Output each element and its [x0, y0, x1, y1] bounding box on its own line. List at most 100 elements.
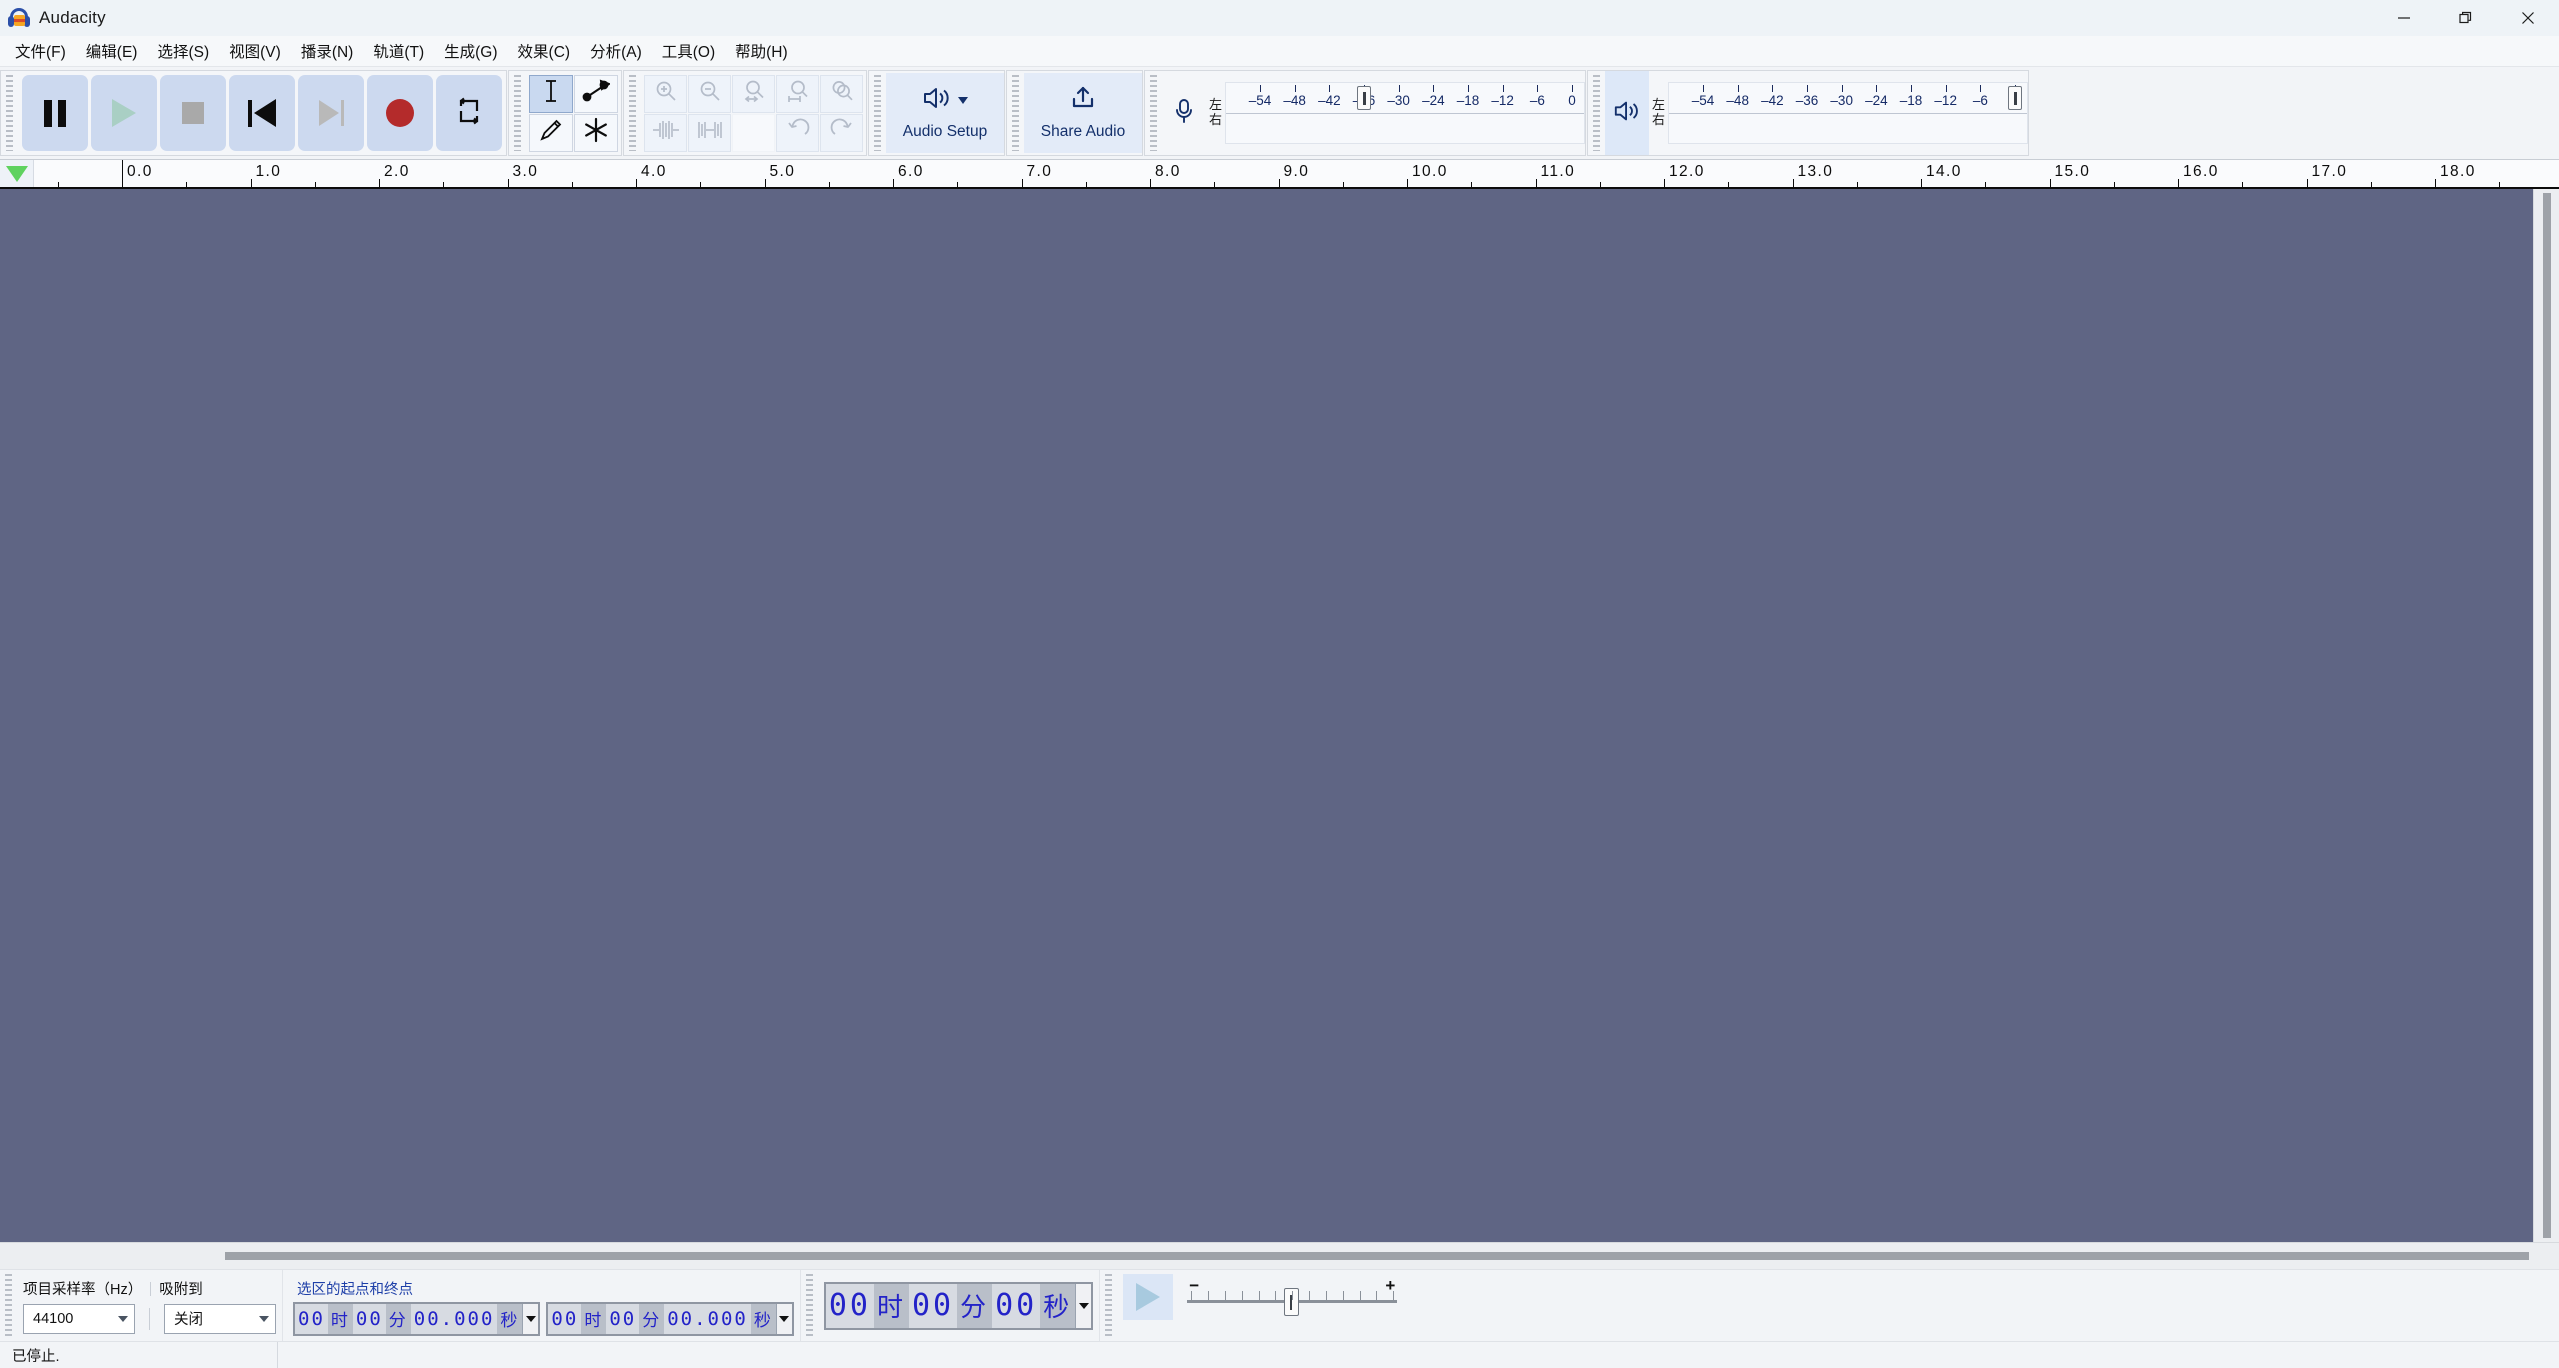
pinned-play-head-button[interactable] — [0, 160, 34, 187]
selection-start-field[interactable]: 00 时 00 分 00.000 秒 — [293, 1302, 540, 1336]
sel-end-format-dropdown[interactable] — [776, 1304, 792, 1334]
timeline-major-tick — [1664, 179, 1665, 187]
transport-toolbar-grip[interactable] — [3, 75, 16, 151]
menu-file[interactable]: 文件(F) — [6, 36, 75, 66]
sel-start-format-dropdown[interactable] — [522, 1304, 538, 1334]
restore-icon[interactable] — [2435, 0, 2497, 36]
zoom-out-button[interactable] — [688, 75, 731, 113]
project-rate-select[interactable]: 44100 — [23, 1304, 135, 1334]
envelope-icon — [582, 79, 610, 108]
project-rate-label: 项目采样率（Hz） — [23, 1278, 142, 1299]
stop-button[interactable] — [160, 75, 226, 151]
menu-effect[interactable]: 效果(C) — [509, 36, 580, 66]
silence-audio-button[interactable] — [688, 114, 731, 152]
menu-view[interactable]: 视图(V) — [220, 36, 290, 66]
playback-meter-toolbar: 左 右 –54–48–42–36–30–24–18–12–60 — [1587, 70, 2029, 156]
timeline-major-tick — [1022, 179, 1023, 187]
horizontal-scrollbar[interactable] — [0, 1242, 2559, 1269]
undo-button[interactable] — [776, 114, 819, 152]
meter-scale-label: –18 — [1457, 93, 1480, 108]
play-at-speed-button[interactable] — [1123, 1274, 1173, 1320]
minimize-icon[interactable] — [2373, 0, 2435, 36]
recording-meter-display[interactable]: –54–48–42–36–30–24–18–12–60 — [1225, 82, 1585, 144]
loop-button[interactable] — [436, 75, 502, 151]
skip-to-end-button[interactable] — [298, 75, 364, 151]
timeline-major-tick — [893, 179, 894, 187]
zoom-out-icon — [698, 79, 722, 108]
envelope-tool[interactable] — [574, 75, 618, 113]
vertical-scrollbar[interactable] — [2533, 189, 2559, 1242]
close-icon[interactable] — [2497, 0, 2559, 36]
meter-scale-label: –12 — [1934, 93, 1957, 108]
skip-to-start-button[interactable] — [229, 75, 295, 151]
play-button[interactable] — [91, 75, 157, 151]
timeline-tick-label: 11.0 — [1541, 163, 1576, 181]
speed-slider-tick — [1191, 1291, 1192, 1300]
meter-gain-slider[interactable] — [1357, 86, 1371, 110]
playback-meter-display[interactable]: –54–48–42–36–30–24–18–12–60 — [1668, 82, 2028, 144]
stop-icon — [182, 102, 204, 124]
timeline-minor-tick — [1985, 182, 1986, 187]
sel-end-hours: 00 — [548, 1304, 581, 1334]
edit-toolbar-grip[interactable] — [626, 75, 639, 151]
record-button[interactable] — [367, 75, 433, 151]
menu-analyze[interactable]: 分析(A) — [581, 36, 651, 66]
fit-project-button[interactable] — [776, 75, 819, 113]
meter-gain-slider[interactable] — [2008, 86, 2022, 110]
multi-tool[interactable] — [574, 114, 618, 152]
snap-to-select[interactable]: 关闭 — [164, 1304, 276, 1334]
tools-toolbar-grip[interactable] — [511, 75, 524, 151]
selection-end-field[interactable]: 00 时 00 分 00.000 秒 — [546, 1302, 793, 1336]
timeline-minor-tick — [1343, 182, 1344, 187]
track-area — [0, 189, 2559, 1242]
recording-meter-grip[interactable] — [1147, 75, 1160, 151]
menu-tracks[interactable]: 轨道(T) — [364, 36, 433, 66]
playback-speed-slider[interactable]: − + — [1187, 1276, 1397, 1318]
timeline-ruler[interactable]: 1.00.01.02.03.04.05.06.07.08.09.010.011.… — [34, 160, 2559, 187]
pencil-icon — [538, 117, 564, 148]
window-controls — [2373, 0, 2559, 36]
meter-tick — [1807, 85, 1808, 92]
speed-slider-tick — [1376, 1291, 1377, 1300]
recording-meter-button[interactable] — [1162, 71, 1206, 155]
fit-selection-button[interactable] — [732, 75, 775, 113]
play-icon — [112, 99, 136, 127]
timeline-minor-tick — [2242, 182, 2243, 187]
selection-toolbar-grip[interactable] — [2, 1274, 15, 1337]
audio-position-field[interactable]: 00 时 00 分 00 秒 — [824, 1282, 1093, 1330]
redo-button[interactable] — [820, 114, 863, 152]
menu-edit[interactable]: 编辑(E) — [77, 36, 147, 66]
selection-tool[interactable] — [529, 75, 573, 113]
menu-tools[interactable]: 工具(O) — [653, 36, 724, 66]
play-at-speed-grip[interactable] — [1102, 1274, 1115, 1337]
track-canvas[interactable] — [0, 189, 2533, 1242]
playback-meter-button[interactable] — [1605, 71, 1649, 155]
time-toolbar-grip[interactable] — [803, 1274, 816, 1337]
audio-position-seconds: 00 — [992, 1284, 1040, 1328]
zoom-toggle-button[interactable] — [820, 75, 863, 113]
speed-slider-tick — [1360, 1291, 1361, 1300]
audio-setup-grip[interactable] — [871, 75, 884, 151]
pause-button[interactable] — [22, 75, 88, 151]
horizontal-scrollbar-thumb[interactable] — [225, 1252, 2529, 1260]
menu-help[interactable]: 帮助(H) — [726, 36, 797, 66]
menu-transport[interactable]: 播录(N) — [292, 36, 363, 66]
draw-tool[interactable] — [529, 114, 573, 152]
menu-generate[interactable]: 生成(G) — [435, 36, 506, 66]
meter-tick — [1399, 85, 1400, 92]
share-audio-button[interactable]: Share Audio — [1024, 73, 1142, 153]
audio-setup-button[interactable]: Audio Setup — [886, 73, 1004, 153]
share-audio-grip[interactable] — [1009, 75, 1022, 151]
trim-audio-button[interactable] — [644, 114, 687, 152]
timeline-tick-label: 0.0 — [127, 163, 153, 181]
timeline-tick-label: 14.0 — [1926, 163, 1962, 181]
menu-select[interactable]: 选择(S) — [148, 36, 218, 66]
vertical-scrollbar-thumb[interactable] — [2543, 193, 2551, 1238]
share-audio-label: Share Audio — [1041, 123, 1125, 141]
play-at-speed-icon — [1136, 1283, 1160, 1311]
zoom-in-button[interactable] — [644, 75, 687, 113]
audio-position-format-dropdown[interactable] — [1075, 1284, 1091, 1328]
playback-meter-grip[interactable] — [1590, 75, 1603, 151]
recording-meter-left-label: 左 — [1209, 98, 1222, 113]
timeline-major-tick — [1921, 179, 1922, 187]
